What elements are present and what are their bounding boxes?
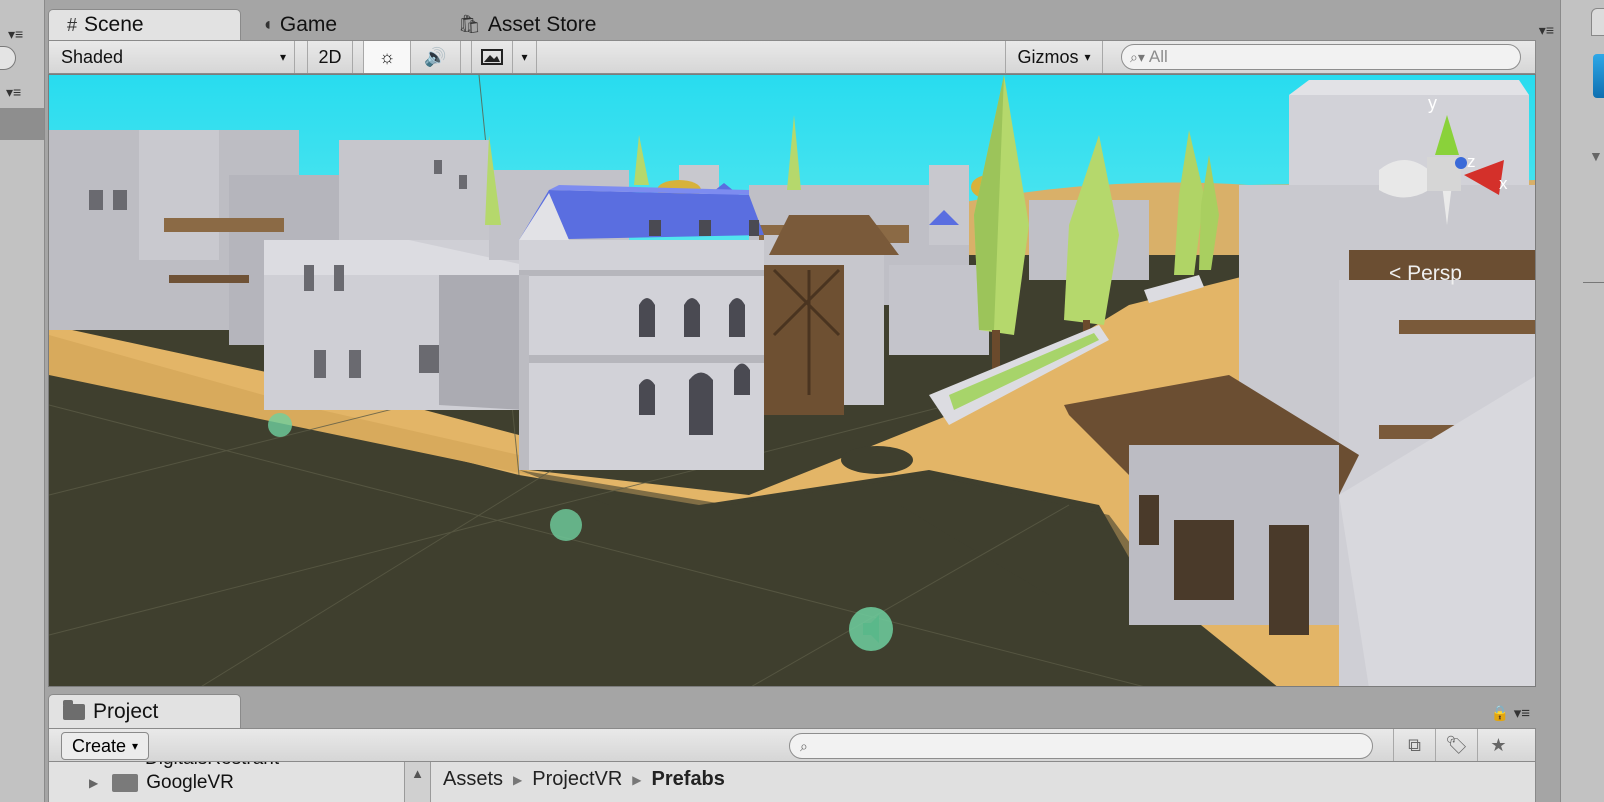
project-tabbar: Project 🔒 ▾≡	[48, 694, 1536, 728]
breadcrumb-item-current[interactable]: Prefabs	[652, 768, 725, 791]
scene-toolbar: Shaded ▾ 2D ☼ 🔊 ▾ Gizmos ▾ ⌕▾ All	[48, 40, 1536, 74]
search-by-type-button[interactable]: ⧉	[1393, 729, 1435, 761]
gizmo-axis-x: x	[1499, 174, 1508, 193]
chevron-down-icon: ▾	[279, 50, 286, 64]
inspector-tab-edge[interactable]	[1591, 8, 1604, 36]
left-panel-edge: ▾≡ ▾≡	[0, 0, 45, 802]
gizmos-label: Gizmos	[1017, 46, 1079, 67]
scene-search-placeholder: All	[1148, 47, 1168, 66]
gizmo-axis-z: z	[1467, 152, 1476, 171]
create-button-label: Create	[72, 735, 127, 756]
scroll-up-button[interactable]: ▲	[405, 762, 431, 802]
right-panel-edge: ▼	[1560, 0, 1604, 802]
scene-render: y z x < Persp	[49, 75, 1535, 686]
favorites-button[interactable]: ★	[1477, 729, 1519, 761]
grid-hash-icon: #	[67, 14, 78, 35]
tab-asset-store-label: Asset Store	[487, 12, 597, 36]
shading-mode-dropdown[interactable]: Shaded ▾	[49, 41, 295, 73]
window-menu-icon[interactable]: ▾≡	[1539, 22, 1554, 39]
gameobject-cube-icon	[1593, 54, 1604, 98]
window-menu-icon[interactable]: ▾≡	[1514, 705, 1530, 722]
folder-icon	[112, 774, 139, 792]
chevron-down-icon: ▾	[1084, 50, 1091, 64]
chevron-left-icon: <	[1389, 262, 1401, 285]
folder-icon	[63, 699, 85, 720]
foldout-arrow-icon[interactable]: ▼	[1589, 148, 1603, 164]
shading-mode-label: Shaded	[61, 46, 124, 67]
effects-dropdown-button[interactable]: ▾	[513, 41, 537, 73]
image-icon	[481, 49, 503, 65]
scene-tabbar: # Scene ◖ Game 🛍 Asset Store ▾≡	[48, 0, 1560, 40]
projection-persp-label[interactable]: < Persp	[1389, 262, 1462, 285]
search-by-label-button[interactable]: 🏷	[1435, 729, 1477, 761]
breadcrumb-separator-icon: ▶	[632, 772, 642, 787]
search-icon: ⌕▾	[1130, 48, 1145, 65]
panel-menu-icon[interactable]: ▾≡	[8, 26, 23, 43]
search-field-edge[interactable]	[0, 46, 16, 70]
scene-search-input[interactable]: ⌕▾ All	[1121, 44, 1521, 70]
sun-icon: ☼	[378, 46, 396, 67]
project-search-input[interactable]: ⌕	[789, 733, 1373, 759]
project-body: DigitalsRestrant ▶ GoogleVR ▲ Assets ▶ P…	[48, 762, 1536, 802]
create-button[interactable]: Create	[61, 732, 150, 760]
expand-arrow-icon[interactable]: ▶	[89, 776, 98, 790]
central-building	[519, 185, 764, 470]
tag-icon: 🏷	[1445, 734, 1468, 755]
tree-item-partial[interactable]: DigitalsRestrant	[145, 762, 279, 770]
project-toolbar: Create ⌕ ⧉ 🏷 ★	[48, 728, 1536, 762]
star-icon: ★	[1490, 734, 1507, 755]
lock-icon[interactable]: 🔒	[1491, 705, 1510, 722]
breadcrumb-item[interactable]: ProjectVR	[532, 768, 622, 791]
pacman-icon: ◖	[262, 14, 273, 34]
toggle-2d-button[interactable]: 2D	[307, 41, 353, 73]
scene-lighting-toggle[interactable]: ☼	[363, 41, 411, 73]
scene-effects-toggle[interactable]	[471, 41, 513, 73]
gizmo-axis-y: y	[1428, 93, 1437, 113]
breadcrumb: Assets ▶ ProjectVR ▶ Prefabs	[443, 768, 725, 791]
search-icon: ⌕	[800, 737, 808, 754]
divider	[1583, 282, 1604, 283]
breadcrumb-separator-icon: ▶	[513, 772, 523, 787]
unity-editor: ▾≡ ▾≡ ▼ # Scene ◖ Game 🛍 Asset Store ▾≡ …	[0, 0, 1604, 802]
projection-persp-text: Persp	[1407, 262, 1462, 285]
tab-project[interactable]: Project	[48, 694, 241, 728]
wooden-building	[764, 215, 899, 415]
selected-row-edge[interactable]	[0, 108, 44, 140]
tab-project-label: Project	[93, 699, 159, 723]
scene-viewport[interactable]: y z x < Persp	[48, 74, 1536, 687]
toggle-2d-label: 2D	[318, 46, 342, 67]
tab-game[interactable]: ◖ Game	[262, 9, 442, 40]
chevron-down-icon: ▾	[521, 50, 528, 64]
shapes-icon: ⧉	[1408, 734, 1421, 755]
tab-scene[interactable]: # Scene	[48, 9, 241, 40]
tree-item-googlevr[interactable]: ▶ GoogleVR	[89, 772, 234, 794]
tree-item-label: GoogleVR	[146, 772, 234, 793]
folder-tree: DigitalsRestrant ▶ GoogleVR	[49, 762, 405, 802]
tab-scene-label: Scene	[84, 13, 144, 36]
arrow-up-icon: ▲	[411, 766, 424, 781]
scene-audio-toggle[interactable]: 🔊	[411, 41, 461, 73]
hierarchy-menu-icon[interactable]: ▾≡	[6, 84, 21, 101]
project-window-menu[interactable]: 🔒 ▾≡	[1491, 704, 1530, 722]
shopping-bag-icon: 🛍	[458, 14, 481, 34]
gizmos-dropdown[interactable]: Gizmos ▾	[1005, 41, 1103, 73]
tab-asset-store[interactable]: 🛍 Asset Store	[458, 9, 638, 40]
breadcrumb-item[interactable]: Assets	[443, 768, 503, 791]
speaker-icon: 🔊	[424, 46, 447, 67]
tab-game-label: Game	[279, 12, 338, 36]
